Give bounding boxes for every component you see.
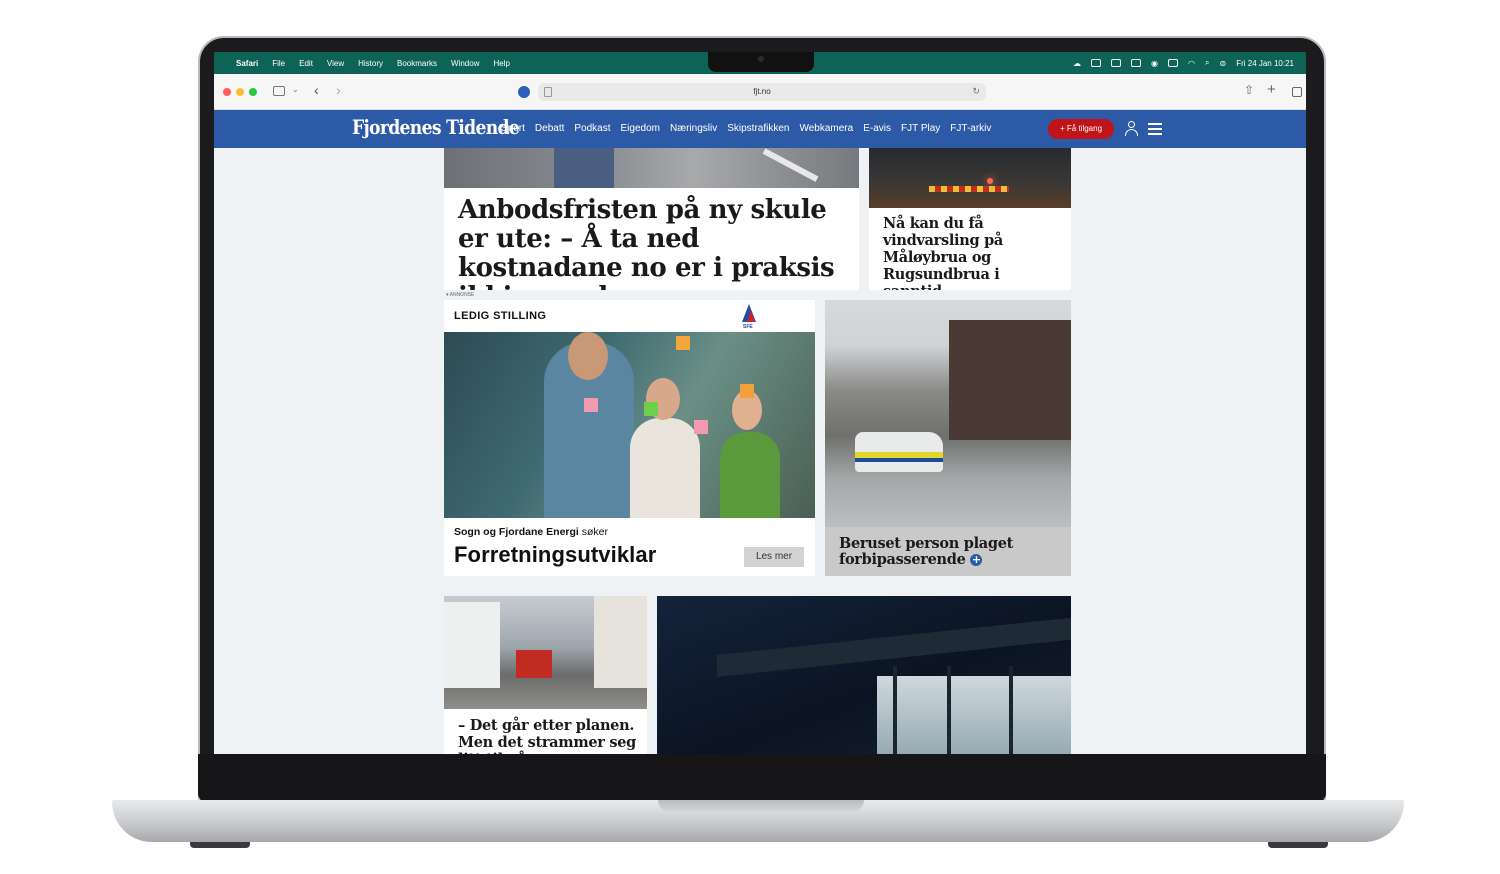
- article-image: [657, 596, 1071, 754]
- article-image: [869, 148, 1071, 208]
- menu-window[interactable]: Window: [451, 59, 479, 68]
- menu-app-name[interactable]: Safari: [236, 59, 258, 68]
- front-page-content: Anbodsfristen på ny skule er ute: – Å ta…: [214, 148, 1306, 754]
- plus-icon: +: [970, 553, 983, 566]
- nav-podkast[interactable]: Podkast: [574, 123, 610, 134]
- read-more-button[interactable]: Les mer: [744, 547, 804, 567]
- camera-icon: [758, 56, 764, 62]
- ad-label: ▾ ANNONSE: [446, 292, 475, 298]
- minimize-window-button[interactable]: [236, 88, 244, 96]
- nav-sport[interactable]: Sport: [501, 123, 525, 134]
- site-logo[interactable]: Fjordenes Tidende: [352, 115, 520, 139]
- article-headline[interactable]: Beruset person plaget forbipasserende +: [839, 536, 1064, 568]
- site-header: Fjordenes Tidende Sport Debatt Podkast E…: [214, 110, 1306, 148]
- status-icon-1[interactable]: [1091, 59, 1102, 67]
- address-bar[interactable]: fjt.no ↻: [538, 83, 986, 101]
- article-headline[interactable]: Nå kan du få vindvarsling på Måløybrua o…: [883, 215, 1063, 290]
- close-window-button[interactable]: [223, 88, 231, 96]
- laptop-foot-right: [1268, 842, 1328, 848]
- menu-edit[interactable]: Edit: [299, 59, 313, 68]
- article-card[interactable]: Anbodsfristen på ny skule er ute: – Å ta…: [444, 148, 859, 290]
- wifi-icon[interactable]: ◠: [1188, 59, 1195, 68]
- article-card[interactable]: Beruset person plaget forbipasserende +: [825, 300, 1071, 576]
- article-image: [444, 148, 859, 188]
- safari-toolbar: ⌄ ‹ › fjt.no ↻ ⇧ +: [214, 74, 1306, 110]
- user-icon[interactable]: [1124, 121, 1138, 137]
- sidebar-icon[interactable]: [273, 86, 285, 96]
- menu-view[interactable]: View: [327, 59, 344, 68]
- menu-history[interactable]: History: [358, 59, 383, 68]
- laptop-groove: [658, 800, 864, 812]
- laptop-bezel: [198, 754, 1326, 800]
- share-icon[interactable]: ⇧: [1244, 83, 1254, 97]
- status-icon-2[interactable]: [1111, 59, 1122, 67]
- user-status-icon[interactable]: ◉: [1151, 59, 1158, 68]
- nav-fjt-arkiv[interactable]: FJT-arkiv: [950, 123, 991, 134]
- article-image: [444, 596, 647, 709]
- ad-company: Sogn og Fjordane Energi søker: [454, 526, 609, 538]
- spotlight-icon[interactable]: ⌕: [1205, 58, 1209, 68]
- article-headline[interactable]: Anbodsfristen på ny skule er ute: – Å ta…: [458, 196, 848, 291]
- nav-eigedom[interactable]: Eigedom: [621, 123, 660, 134]
- ad-role: Forretningsutviklar: [454, 542, 657, 567]
- article-card[interactable]: – Det går etter planen. Men det strammer…: [444, 596, 647, 754]
- camera-notch: [708, 52, 814, 72]
- menu-help[interactable]: Help: [493, 59, 509, 68]
- menu-file[interactable]: File: [272, 59, 285, 68]
- nav-webkamera[interactable]: Webkamera: [799, 123, 853, 134]
- battery-icon[interactable]: [1168, 59, 1179, 67]
- nav-fjt-play[interactable]: FJT Play: [901, 123, 940, 134]
- nav-naeringsliv[interactable]: Næringsliv: [670, 123, 717, 134]
- status-icon-3[interactable]: [1131, 59, 1142, 67]
- chevron-down-icon[interactable]: ⌄: [292, 85, 299, 94]
- url-text[interactable]: fjt.no: [538, 87, 986, 96]
- article-card[interactable]: Nå kan du få vindvarsling på Måløybrua o…: [869, 148, 1071, 290]
- tab-overview-icon[interactable]: [1292, 87, 1302, 97]
- new-tab-icon[interactable]: +: [1267, 81, 1276, 98]
- article-card[interactable]: [657, 596, 1071, 754]
- forward-button[interactable]: ›: [336, 82, 341, 98]
- subscribe-button[interactable]: + Få tilgang: [1048, 119, 1114, 139]
- status-area: ☁ ◉ ◠ ⌕ ⊜ Fri 24 Jan 10:21: [1073, 52, 1294, 74]
- article-headline[interactable]: – Det går etter planen. Men det strammer…: [458, 717, 638, 754]
- back-button[interactable]: ‹: [314, 82, 319, 98]
- ad-image: [444, 332, 815, 518]
- article-image: [825, 300, 1071, 527]
- hamburger-menu-icon[interactable]: [1148, 123, 1162, 135]
- laptop-foot-left: [190, 842, 250, 848]
- menu-bookmarks[interactable]: Bookmarks: [397, 59, 437, 68]
- nav-debatt[interactable]: Debatt: [535, 123, 564, 134]
- job-ad-card[interactable]: LEDIG STILLING SFE Sogn og Fjordane Ener…: [444, 300, 815, 576]
- zoom-window-button[interactable]: [249, 88, 257, 96]
- screen: Safari File Edit View History Bookmarks …: [214, 52, 1306, 754]
- clock[interactable]: Fri 24 Jan 10:21: [1236, 59, 1294, 68]
- control-center-icon[interactable]: ⊜: [1219, 59, 1226, 68]
- reload-icon[interactable]: ↻: [972, 86, 980, 97]
- nav-skipstrafikken[interactable]: Skipstrafikken: [727, 123, 789, 134]
- cloud-icon[interactable]: ☁: [1073, 59, 1081, 68]
- site-nav: Sport Debatt Podkast Eigedom Næringsliv …: [501, 123, 991, 134]
- ad-title: LEDIG STILLING: [454, 310, 547, 322]
- sfe-logo: SFE: [740, 304, 758, 330]
- extension-icon[interactable]: [518, 86, 530, 98]
- nav-e-avis[interactable]: E-avis: [863, 123, 891, 134]
